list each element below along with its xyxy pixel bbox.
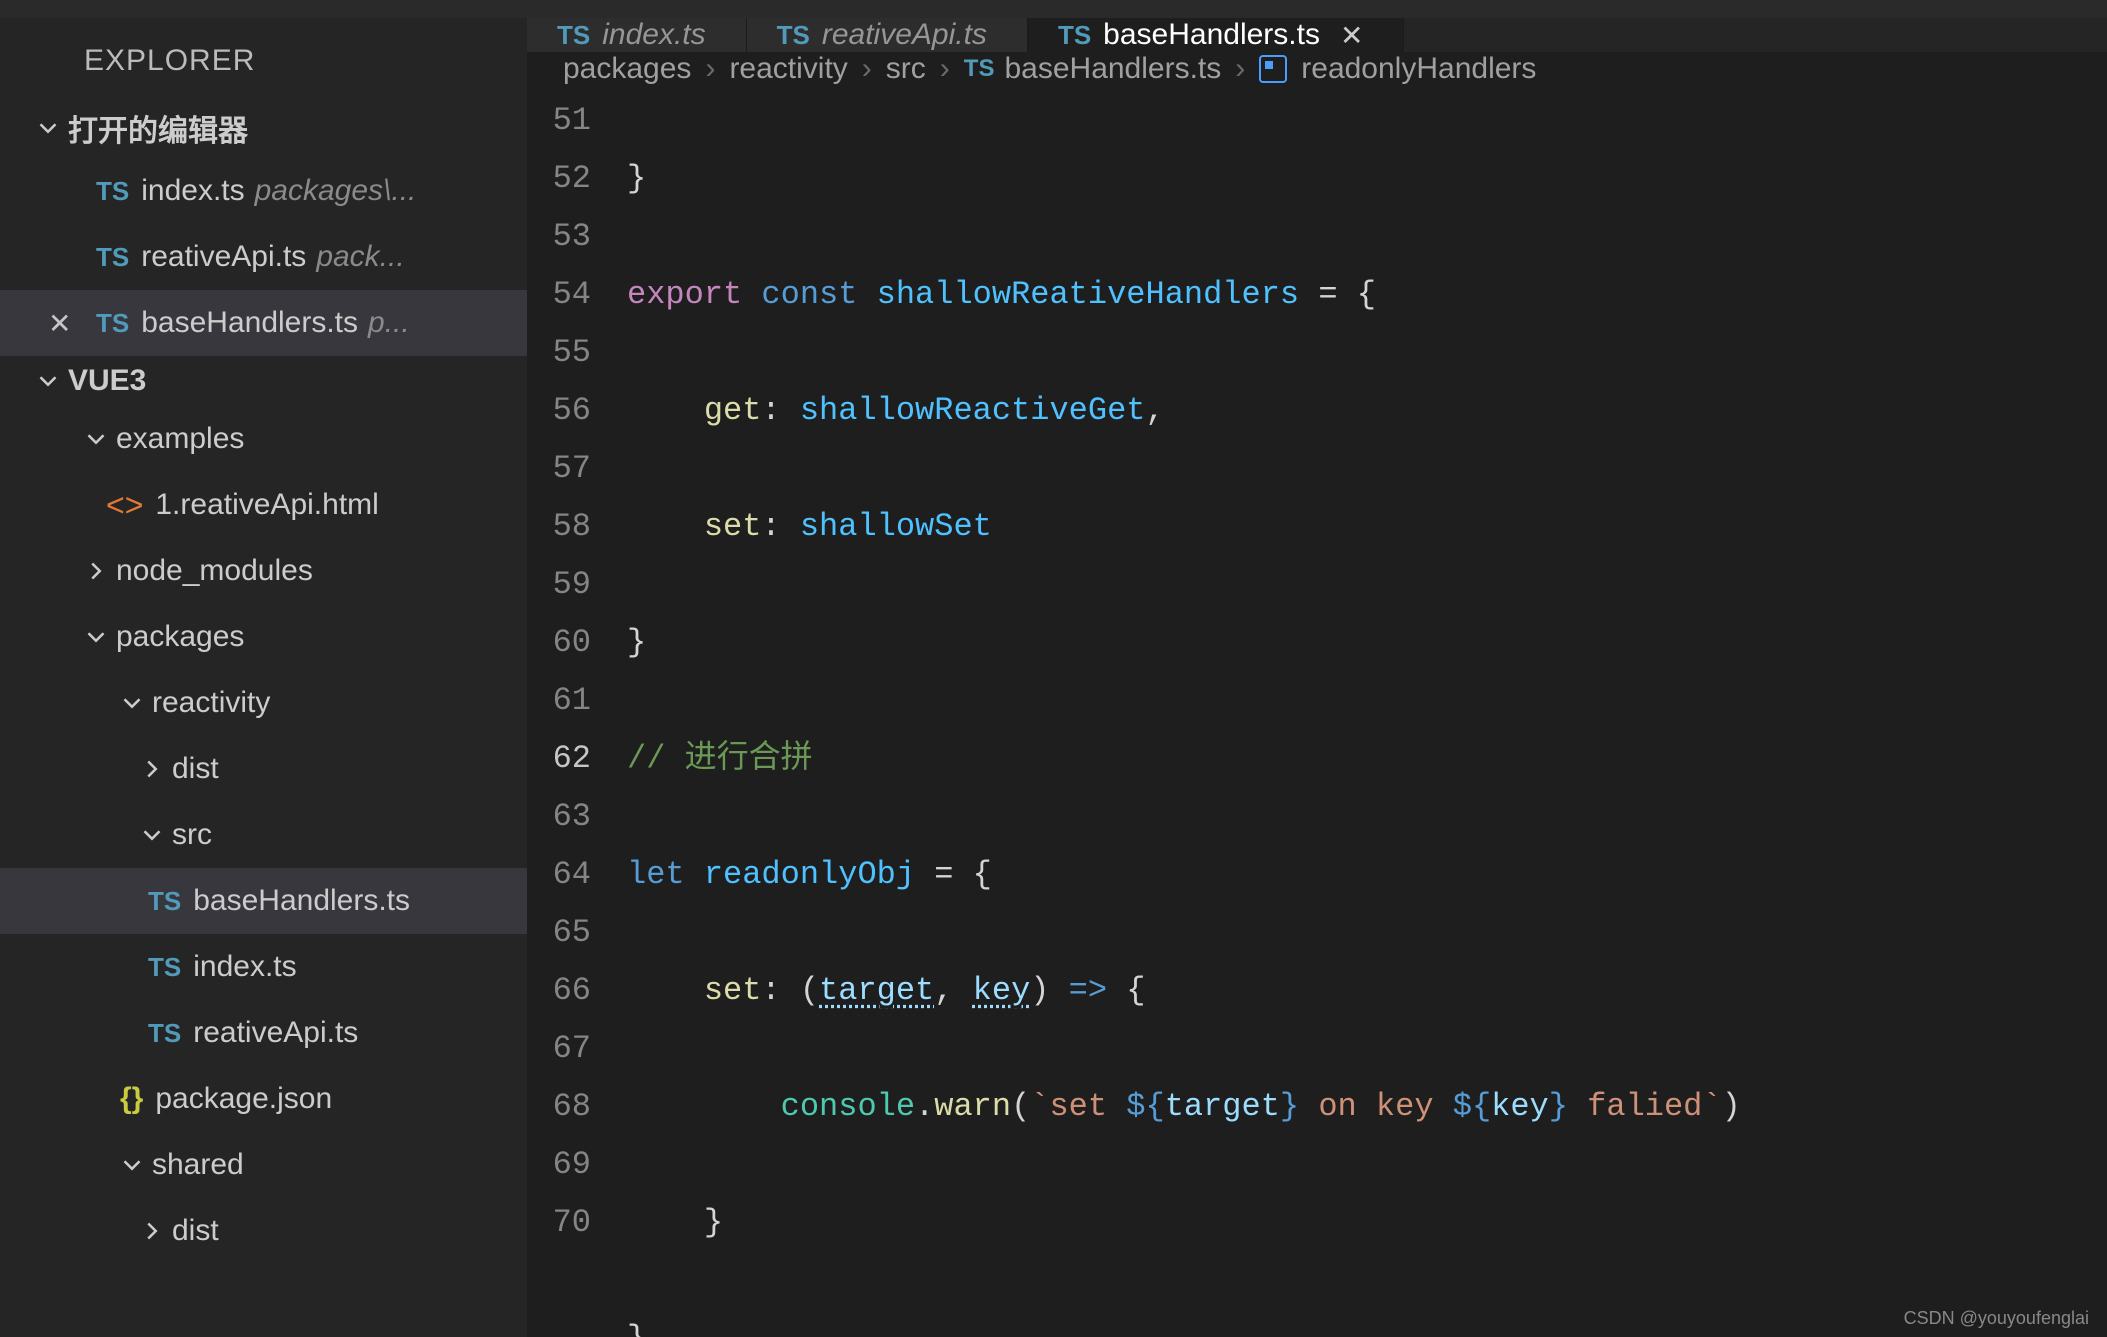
line-gutter: 5152535455565758596061626364656667686970: [527, 92, 627, 1337]
ts-icon: TS: [148, 886, 181, 917]
tree-folder[interactable]: reactivity: [0, 670, 527, 736]
title-bar: [0, 0, 2107, 18]
chevron-down-icon: [36, 369, 60, 393]
tree-folder[interactable]: src: [0, 802, 527, 868]
file-path: packages\...: [255, 174, 417, 208]
tab-label: baseHandlers.ts: [1103, 18, 1320, 52]
ts-icon: TS: [557, 20, 590, 51]
tree-folder[interactable]: shared: [0, 1132, 527, 1198]
ts-icon: TS: [96, 308, 129, 339]
tree-file[interactable]: TS reativeApi.ts: [0, 1000, 527, 1066]
file-label: package.json: [155, 1082, 332, 1116]
json-icon: {}: [120, 1082, 143, 1116]
open-editor-item[interactable]: TS index.ts packages\...: [0, 158, 527, 224]
chevron-down-icon: [120, 1153, 144, 1177]
file-label: reativeApi.ts: [141, 240, 306, 274]
editor-pane: TS index.ts TS reativeApi.ts TS baseHand…: [527, 18, 2107, 1337]
chevron-right-icon: [140, 757, 164, 781]
open-editors-section[interactable]: 打开的编辑器: [0, 98, 527, 158]
close-icon[interactable]: ✕: [1340, 19, 1363, 52]
ts-icon: TS: [96, 242, 129, 273]
file-label: baseHandlers.ts: [193, 884, 410, 918]
chevron-down-icon: [84, 625, 108, 649]
chevron-down-icon: [84, 427, 108, 451]
breadcrumb-item[interactable]: src: [886, 52, 926, 86]
tree-folder[interactable]: dist: [0, 736, 527, 802]
ts-icon: TS: [96, 176, 129, 207]
code-editor[interactable]: 5152535455565758596061626364656667686970…: [527, 86, 2107, 1337]
chevron-down-icon: [36, 116, 60, 140]
file-path: p...: [368, 306, 410, 340]
watermark: CSDN @youyoufenglai: [1904, 1308, 2089, 1329]
ts-icon: TS: [777, 20, 810, 51]
chevron-right-icon: [84, 559, 108, 583]
tab-index[interactable]: TS index.ts: [527, 18, 747, 52]
tree-folder[interactable]: dist: [0, 1198, 527, 1264]
breadcrumb-item[interactable]: reactivity: [729, 52, 847, 86]
tree-file[interactable]: <> 1.reativeApi.html: [0, 472, 527, 538]
breadcrumb-item[interactable]: packages: [563, 52, 691, 86]
folder-label: reactivity: [152, 686, 270, 720]
tree-folder[interactable]: examples: [0, 406, 527, 472]
folder-label: node_modules: [116, 554, 313, 588]
ts-icon: TS: [964, 55, 995, 83]
file-label: reativeApi.ts: [193, 1016, 358, 1050]
tree-file[interactable]: {} package.json: [0, 1066, 527, 1132]
code-content[interactable]: } export const shallowReativeHandlers = …: [627, 92, 2107, 1337]
tab-label: index.ts: [602, 18, 705, 52]
symbol-icon: [1259, 55, 1287, 83]
close-icon[interactable]: ✕: [48, 307, 71, 340]
tree-folder[interactable]: node_modules: [0, 538, 527, 604]
workspace-label: VUE3: [68, 364, 146, 398]
folder-label: examples: [116, 422, 244, 456]
open-editors-label: 打开的编辑器: [68, 106, 248, 150]
file-path: pack...: [316, 240, 404, 274]
open-editor-item[interactable]: TS reativeApi.ts pack...: [0, 224, 527, 290]
explorer-title: EXPLORER: [0, 18, 527, 98]
file-label: index.ts: [141, 174, 244, 208]
folder-label: shared: [152, 1148, 244, 1182]
ts-icon: TS: [1058, 20, 1091, 51]
sidebar: EXPLORER 打开的编辑器 TS index.ts packages\...…: [0, 18, 527, 1337]
tree-file[interactable]: TS index.ts: [0, 934, 527, 1000]
tab-basehandlers[interactable]: TS baseHandlers.ts ✕: [1028, 18, 1405, 52]
folder-label: dist: [172, 1214, 219, 1248]
tree-folder[interactable]: packages: [0, 604, 527, 670]
breadcrumb[interactable]: packages › reactivity › src › TS baseHan…: [527, 52, 2107, 86]
chevron-right-icon: ›: [705, 52, 715, 86]
breadcrumb-item[interactable]: readonlyHandlers: [1301, 52, 1536, 86]
file-label: 1.reativeApi.html: [155, 488, 378, 522]
tab-reativeapi[interactable]: TS reativeApi.ts: [747, 18, 1028, 52]
chevron-down-icon: [140, 823, 164, 847]
folder-label: src: [172, 818, 212, 852]
file-label: index.ts: [193, 950, 296, 984]
chevron-down-icon: [120, 691, 144, 715]
ts-icon: TS: [148, 952, 181, 983]
chevron-right-icon: ›: [862, 52, 872, 86]
workspace-section[interactable]: VUE3: [0, 356, 527, 406]
open-editor-item[interactable]: ✕ TS baseHandlers.ts p...: [0, 290, 527, 356]
folder-label: dist: [172, 752, 219, 786]
file-label: baseHandlers.ts: [141, 306, 358, 340]
ts-icon: TS: [148, 1018, 181, 1049]
html-icon: <>: [106, 487, 143, 524]
tree-file[interactable]: TS baseHandlers.ts: [0, 868, 527, 934]
breadcrumb-item[interactable]: baseHandlers.ts: [1004, 52, 1221, 86]
chevron-right-icon: [140, 1219, 164, 1243]
folder-label: packages: [116, 620, 244, 654]
chevron-right-icon: ›: [940, 52, 950, 86]
chevron-right-icon: ›: [1235, 52, 1245, 86]
tab-label: reativeApi.ts: [822, 18, 987, 52]
tab-bar: TS index.ts TS reativeApi.ts TS baseHand…: [527, 18, 2107, 52]
